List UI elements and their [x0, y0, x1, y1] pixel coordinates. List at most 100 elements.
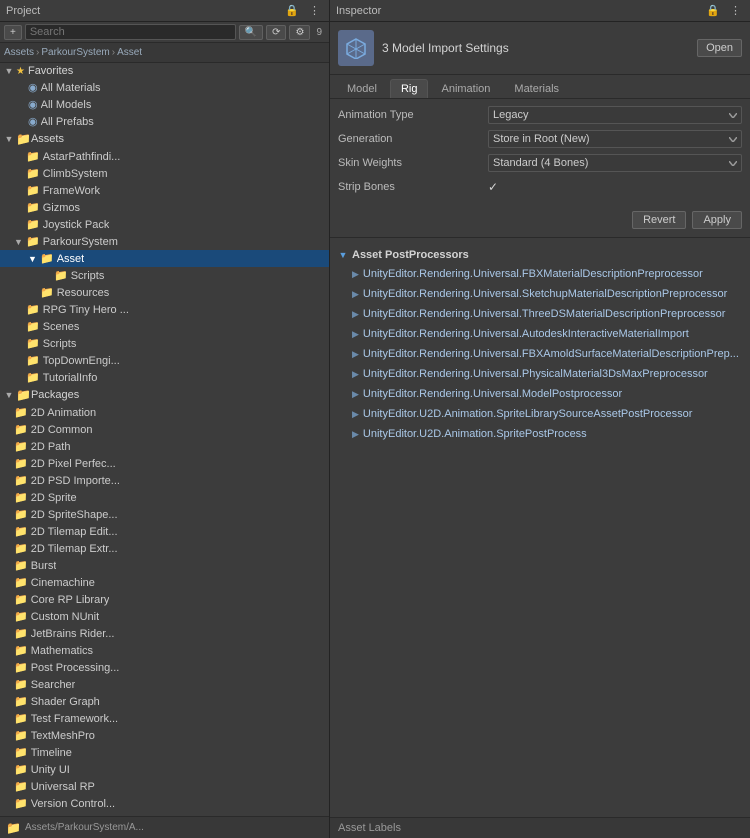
tab-materials[interactable]: Materials — [503, 79, 570, 98]
pkg-2d-pixel[interactable]: 📁2D Pixel Perfec... — [0, 455, 329, 472]
pkg-universal-rp[interactable]: 📁Universal RP — [0, 778, 329, 795]
circle-icon: ◉ — [28, 81, 38, 94]
postprocessor-sprite-post[interactable]: ▶ UnityEditor.U2D.Animation.SpritePostPr… — [330, 424, 750, 444]
asset-rpg[interactable]: 📁 RPG Tiny Hero ... — [0, 301, 329, 318]
strip-bones-row: Strip Bones ✓ — [338, 177, 742, 197]
postprocessor-sprite-library[interactable]: ▶ UnityEditor.U2D.Animation.SpriteLibrar… — [330, 404, 750, 424]
pkg-2d-psd[interactable]: 📁2D PSD Importe... — [0, 472, 329, 489]
search-icon-button[interactable]: 🔍 — [239, 25, 263, 40]
pkg-version-control[interactable]: 📁Version Control... — [0, 795, 329, 812]
inspector-lock-button[interactable]: 🔒 — [703, 3, 723, 18]
pkg-unity-ui[interactable]: 📁Unity UI — [0, 761, 329, 778]
pkg-cinemachine[interactable]: 📁Cinemachine — [0, 574, 329, 591]
pkg-2d-path[interactable]: 📁2D Path — [0, 438, 329, 455]
postprocessor-3ds[interactable]: ▶ UnityEditor.Rendering.Universal.ThreeD… — [330, 304, 750, 324]
asset-climbsystem[interactable]: 📁 ClimbSystem — [0, 165, 329, 182]
pkg-2d-spriteshape[interactable]: 📁2D SpriteShape... — [0, 506, 329, 523]
folder-icon: 📁 — [54, 269, 68, 282]
pkg-textmeshpro[interactable]: 📁TextMeshPro — [0, 727, 329, 744]
lock-button[interactable]: 🔒 — [282, 3, 302, 18]
model-icon — [338, 30, 374, 66]
settings-button[interactable]: ⚙ — [289, 25, 310, 40]
pkg-test-framework[interactable]: 📁Test Framework... — [0, 710, 329, 727]
folder-icon: 📁 — [26, 337, 40, 350]
skin-weights-select[interactable]: Standard (4 Bones) Custom — [488, 154, 742, 172]
breadcrumb-assets[interactable]: Assets — [4, 47, 34, 58]
tab-model[interactable]: Model — [336, 79, 388, 98]
search-input[interactable] — [25, 24, 236, 40]
skin-weights-label: Skin Weights — [338, 157, 488, 169]
postprocessor-autodesk[interactable]: ▶ UnityEditor.Rendering.Universal.Autode… — [330, 324, 750, 344]
status-text: Assets/ParkourSystem/A... — [25, 822, 144, 833]
packages-section[interactable]: ▼ 📁 Packages — [0, 386, 329, 404]
postprocessor-fbx[interactable]: ▶ UnityEditor.Rendering.Universal.FBXMat… — [330, 264, 750, 284]
asset-tutorial[interactable]: 📁 TutorialInfo — [0, 369, 329, 386]
pkg-2d-tilemap-ext[interactable]: 📁2D Tilemap Extr... — [0, 540, 329, 557]
favorite-all-materials[interactable]: ◉ All Materials — [0, 79, 329, 96]
asset-asset-folder[interactable]: ▼ 📁 Asset — [0, 250, 329, 267]
pkg-burst[interactable]: 📁Burst — [0, 557, 329, 574]
asset-topdown[interactable]: 📁 TopDownEngi... — [0, 352, 329, 369]
pkg-timeline[interactable]: 📁Timeline — [0, 744, 329, 761]
breadcrumb-parkour[interactable]: ParkourSystem — [41, 47, 109, 58]
add-button[interactable]: + — [4, 25, 22, 40]
favorite-all-prefabs[interactable]: ◉ All Prefabs — [0, 113, 329, 130]
postprocessors-header[interactable]: ▼ Asset PostProcessors — [330, 246, 750, 264]
strip-bones-value: ✓ — [488, 180, 742, 194]
folder-icon: 📁 — [14, 661, 28, 674]
asset-arrow: ▼ — [28, 254, 40, 264]
pkg-postproc[interactable]: 📁Post Processing... — [0, 659, 329, 676]
tab-rig[interactable]: Rig — [390, 79, 429, 98]
pkg-math[interactable]: 📁Mathematics — [0, 642, 329, 659]
pkg-core-rp[interactable]: 📁Core RP Library — [0, 591, 329, 608]
generation-value: Store in Root (New) Don't Import Store i… — [488, 130, 742, 148]
favorite-all-models[interactable]: ◉ All Models — [0, 96, 329, 113]
asset-astar[interactable]: 📁 AstarPathfindi... — [0, 148, 329, 165]
revert-button[interactable]: Revert — [632, 211, 686, 229]
project-panel: + 🔍 ⟳ ⚙ 9 Assets › ParkourSystem › Asset… — [0, 22, 330, 838]
asset-scripts-sub[interactable]: 📁 Scripts — [0, 267, 329, 284]
asset-parkour[interactable]: ▼ 📁 ParkourSystem — [0, 233, 329, 250]
item-arrow: ▶ — [352, 409, 359, 420]
animation-type-select[interactable]: Legacy None Generic Humanoid — [488, 106, 742, 124]
inspector-body: 3 Model Import Settings Open Model Rig A… — [330, 22, 750, 817]
pkg-2d-sprite[interactable]: 📁2D Sprite — [0, 489, 329, 506]
postprocessor-physical[interactable]: ▶ UnityEditor.Rendering.Universal.Physic… — [330, 364, 750, 384]
pkg-jetbrains[interactable]: 📁JetBrains Rider... — [0, 625, 329, 642]
pkg-searcher[interactable]: 📁Searcher — [0, 676, 329, 693]
pkg-2d-tilemap-edit[interactable]: 📁2D Tilemap Edit... — [0, 523, 329, 540]
divider — [330, 237, 750, 238]
inspector-menu-button[interactable]: ⋮ — [727, 3, 744, 18]
favorites-section[interactable]: ▼ ★ Favorites — [0, 63, 329, 79]
asset-joystick[interactable]: 📁 Joystick Pack — [0, 216, 329, 233]
pkg-2d-common[interactable]: 📁2D Common — [0, 421, 329, 438]
pkg-shader-graph[interactable]: 📁Shader Graph — [0, 693, 329, 710]
generation-select[interactable]: Store in Root (New) Don't Import Store i… — [488, 130, 742, 148]
refresh-button[interactable]: ⟳ — [266, 25, 286, 40]
tab-animation[interactable]: Animation — [430, 79, 501, 98]
folder-icon: 📁 — [14, 593, 28, 606]
item-arrow: ▶ — [352, 289, 359, 300]
folder-icon: 📁 — [40, 286, 54, 299]
apply-button[interactable]: Apply — [692, 211, 742, 229]
assets-folder-icon: 📁 — [16, 132, 31, 146]
asset-scripts[interactable]: 📁 Scripts — [0, 335, 329, 352]
menu-button[interactable]: ⋮ — [306, 3, 323, 18]
open-button[interactable]: Open — [697, 39, 742, 57]
asset-resources[interactable]: 📁 Resources — [0, 284, 329, 301]
postprocessor-model[interactable]: ▶ UnityEditor.Rendering.Universal.ModelP… — [330, 384, 750, 404]
postprocessor-sketchup[interactable]: ▶ UnityEditor.Rendering.Universal.Sketch… — [330, 284, 750, 304]
postprocessor-fbxamold[interactable]: ▶ UnityEditor.Rendering.Universal.FBXAmo… — [330, 344, 750, 364]
strip-bones-check: ✓ — [488, 180, 498, 194]
packages-folder-icon: 📁 — [16, 388, 31, 402]
breadcrumb-asset[interactable]: Asset — [117, 47, 142, 58]
assets-section[interactable]: ▼ 📁 Assets — [0, 130, 329, 148]
folder-icon: 📁 — [26, 371, 40, 384]
pkg-2d-animation[interactable]: 📁2D Animation — [0, 404, 329, 421]
asset-scenes[interactable]: 📁 Scenes — [0, 318, 329, 335]
folder-icon: 📁 — [14, 474, 28, 487]
rig-properties: Animation Type Legacy None Generic Human… — [330, 99, 750, 207]
asset-gizmos[interactable]: 📁 Gizmos — [0, 199, 329, 216]
pkg-custom-nunit[interactable]: 📁Custom NUnit — [0, 608, 329, 625]
asset-framework[interactable]: 📁 FrameWork — [0, 182, 329, 199]
